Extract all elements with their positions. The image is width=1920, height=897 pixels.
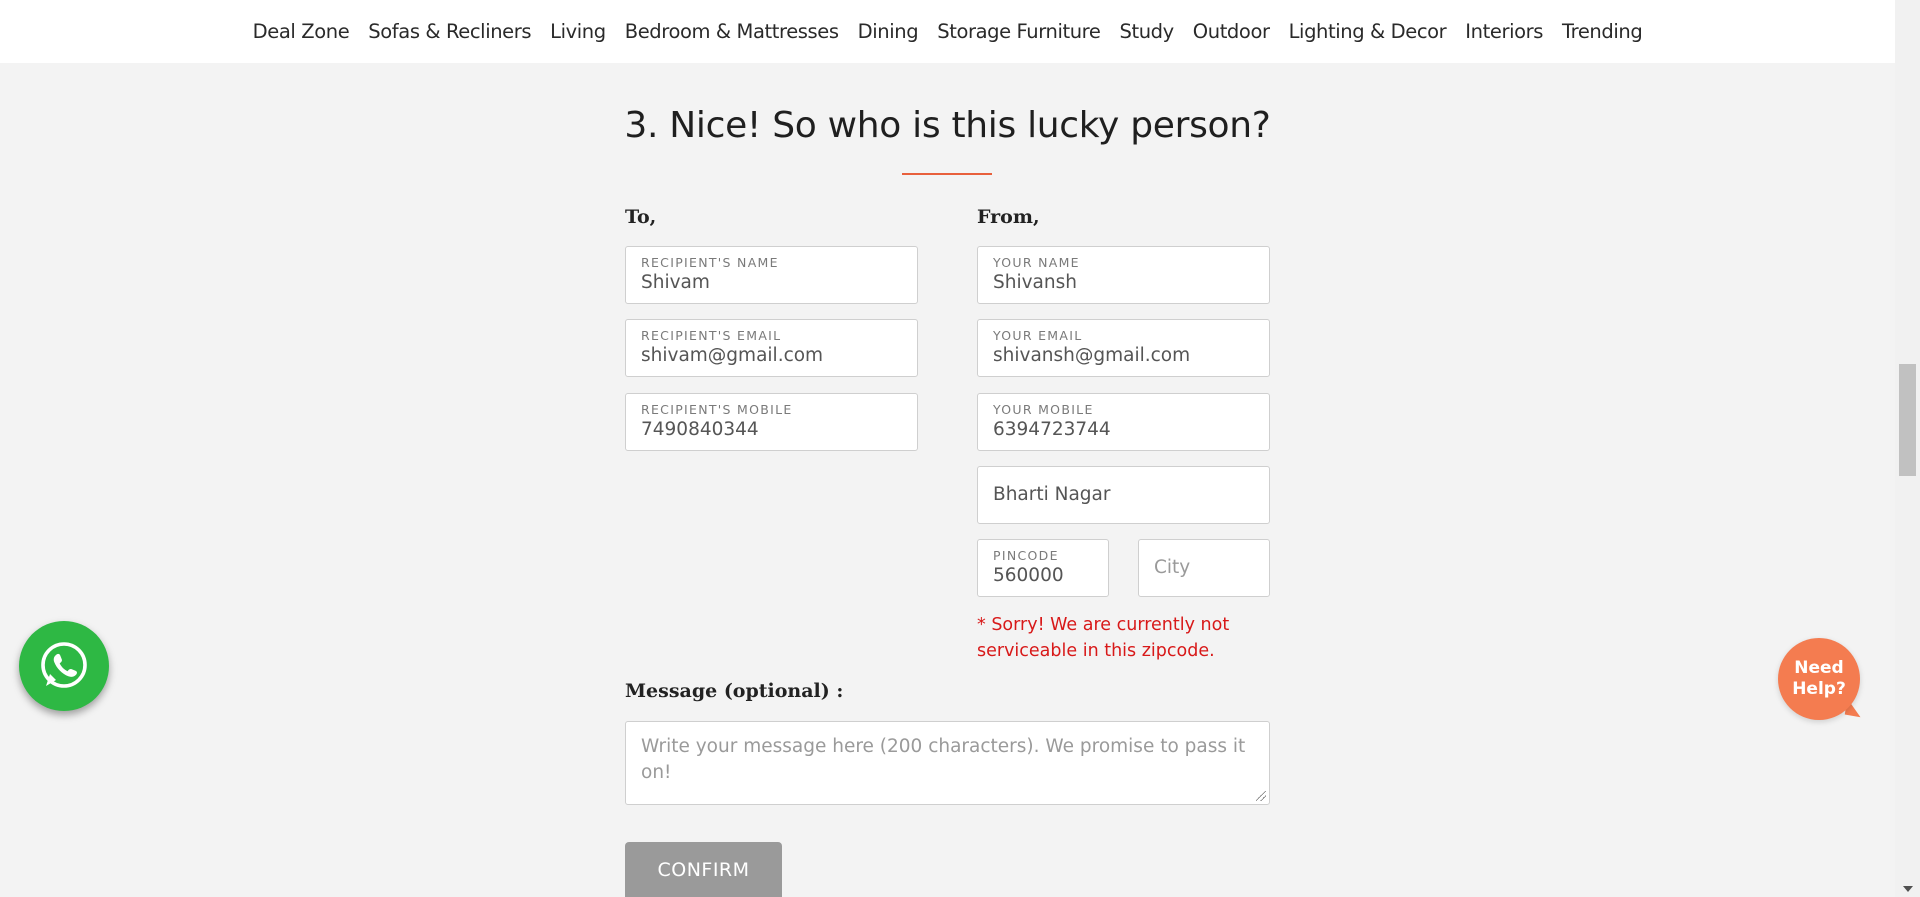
nav-item-storage-furniture[interactable]: Storage Furniture <box>928 20 1110 43</box>
message-textarea[interactable]: Write your message here (200 characters)… <box>625 721 1270 805</box>
pincode-error-message: * Sorry! We are currently not serviceabl… <box>977 615 1230 661</box>
nav-item-interiors[interactable]: Interiors <box>1456 20 1553 43</box>
title-divider <box>902 173 992 175</box>
nav-item-bedroom-mattresses[interactable]: Bedroom & Mattresses <box>615 20 848 43</box>
your-mobile-field[interactable]: YOUR MOBILE 6394723744 <box>977 393 1270 451</box>
recipient-name-input[interactable]: Shivam <box>641 270 902 296</box>
your-mobile-input[interactable]: 6394723744 <box>993 417 1254 443</box>
your-email-input[interactable]: shivansh@gmail.com <box>993 343 1254 369</box>
recipient-email-field[interactable]: RECIPIENT'S EMAIL shivam@gmail.com <box>625 319 918 377</box>
city-field[interactable]: City <box>1138 539 1270 597</box>
nav-item-lighting-decor[interactable]: Lighting & Decor <box>1279 20 1456 43</box>
recipient-mobile-input[interactable]: 7490840344 <box>641 417 902 443</box>
message-label: Message (optional) : <box>625 680 844 702</box>
recipient-email-input[interactable]: shivam@gmail.com <box>641 343 902 369</box>
top-nav: Deal Zone Sofas & Recliners Living Bedro… <box>0 0 1895 63</box>
your-mobile-label: YOUR MOBILE <box>993 402 1094 417</box>
your-name-field[interactable]: YOUR NAME Shivansh <box>977 246 1270 304</box>
nav-item-outdoor[interactable]: Outdoor <box>1183 20 1279 43</box>
address-input[interactable]: Bharti Nagar <box>993 467 1254 523</box>
recipient-mobile-field[interactable]: RECIPIENT'S MOBILE 7490840344 <box>625 393 918 451</box>
need-help-line2: Help? <box>1792 679 1846 699</box>
your-email-field[interactable]: YOUR EMAIL shivansh@gmail.com <box>977 319 1270 377</box>
nav-item-deal-zone[interactable]: Deal Zone <box>243 20 359 43</box>
whatsapp-button[interactable] <box>19 621 109 711</box>
recipient-mobile-label: RECIPIENT'S MOBILE <box>641 402 793 417</box>
your-email-label: YOUR EMAIL <box>993 328 1083 343</box>
need-help-line1: Need <box>1794 658 1844 678</box>
message-placeholder: Write your message here (200 characters)… <box>641 736 1246 783</box>
recipient-name-field[interactable]: RECIPIENT'S NAME Shivam <box>625 246 918 304</box>
page-scrollbar[interactable] <box>1895 0 1920 897</box>
your-name-input[interactable]: Shivansh <box>993 270 1254 296</box>
need-help-button[interactable]: Need Help? <box>1778 638 1860 720</box>
city-input[interactable]: City <box>1154 540 1254 596</box>
nav-item-sofas-recliners[interactable]: Sofas & Recliners <box>359 20 541 43</box>
pincode-field[interactable]: PINCODE 560000 <box>977 539 1109 597</box>
scrollbar-thumb[interactable] <box>1899 364 1916 476</box>
section-title: 3. Nice! So who is this lucky person? <box>624 105 1271 146</box>
nav-item-dining[interactable]: Dining <box>848 20 928 43</box>
pincode-label: PINCODE <box>993 548 1059 563</box>
nav-menu: Deal Zone Sofas & Recliners Living Bedro… <box>243 20 1652 43</box>
from-label: From, <box>977 206 1040 228</box>
your-name-label: YOUR NAME <box>993 255 1080 270</box>
recipient-name-label: RECIPIENT'S NAME <box>641 255 779 270</box>
to-label: To, <box>625 206 657 228</box>
confirm-button[interactable]: CONFIRM <box>625 842 782 897</box>
scroll-down-arrow-icon[interactable] <box>1903 886 1913 892</box>
whatsapp-icon <box>41 642 87 688</box>
pincode-input[interactable]: 560000 <box>993 563 1093 589</box>
recipient-email-label: RECIPIENT'S EMAIL <box>641 328 782 343</box>
resize-grip-icon[interactable] <box>1256 791 1266 801</box>
nav-item-study[interactable]: Study <box>1110 20 1183 43</box>
address-field[interactable]: Bharti Nagar <box>977 466 1270 524</box>
nav-item-living[interactable]: Living <box>541 20 616 43</box>
nav-item-trending[interactable]: Trending <box>1553 20 1652 43</box>
